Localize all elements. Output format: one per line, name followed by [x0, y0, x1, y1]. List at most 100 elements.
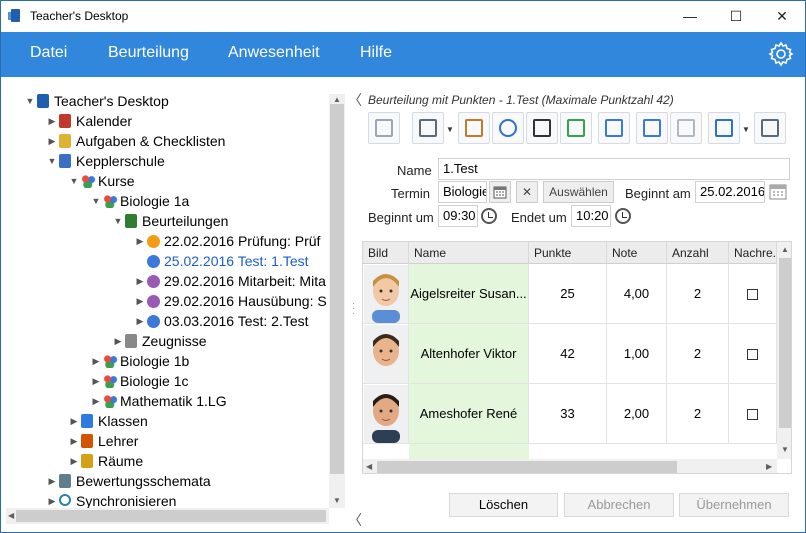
tree-node[interactable]: ▶ Klassen	[6, 411, 346, 431]
dropdown-arrow-icon[interactable]: ▼	[446, 125, 454, 134]
expand-caret-right-icon[interactable]: ▶	[68, 431, 80, 451]
beginnt-am-field[interactable]: 25.02.2016	[695, 181, 765, 203]
document-button[interactable]	[670, 112, 702, 144]
tree-vertical-scroll-thumb[interactable]	[330, 104, 344, 474]
termin-field[interactable]: Biologie	[438, 181, 487, 203]
menu-datei[interactable]: Datei	[30, 44, 67, 62]
abbrechen-button[interactable]: Abbrechen	[564, 493, 674, 517]
tree-node[interactable]: ▶ 29.02.2016 Mitarbeit: Mita	[6, 271, 346, 291]
student-name-cell[interactable]: Ameshofer René	[409, 384, 529, 444]
collapse-panel-icon[interactable]: 〈	[348, 90, 362, 110]
tree-node[interactable]: ▼ Kurse	[6, 171, 346, 191]
expand-caret-down-icon[interactable]: ▼	[90, 191, 102, 211]
column-header-nachreichung[interactable]: Nachre...	[729, 242, 777, 264]
column-header-name[interactable]: Name	[409, 242, 529, 264]
expand-caret-down-icon[interactable]: ▼	[24, 91, 36, 111]
beginnt-um-field[interactable]: 09:30	[438, 205, 478, 227]
grid-vertical-scroll-thumb[interactable]	[779, 258, 791, 428]
date-picker-icon[interactable]	[769, 184, 787, 200]
person-button[interactable]	[708, 112, 740, 144]
minimize-button[interactable]: —	[667, 1, 713, 32]
tree-node[interactable]: ▶ Zeugnisse	[6, 331, 346, 351]
column-header-bild[interactable]: Bild	[363, 242, 409, 264]
grade-chart-button[interactable]	[560, 112, 592, 144]
tree-node[interactable]: ▼ Beurteilungen	[6, 211, 346, 231]
expand-caret-right-icon[interactable]: ▶	[46, 471, 58, 491]
grid-horizontal-scroll-thumb[interactable]	[377, 461, 677, 473]
tree-node[interactable]: ▼ Teacher's Desktop	[6, 91, 346, 111]
tree-node[interactable]: ▶ 03.03.2016 Test: 2.Test	[6, 311, 346, 331]
clear-termin-button[interactable]: ✕	[516, 181, 538, 203]
tree-node[interactable]: ▶ Lehrer	[6, 431, 346, 451]
punkte-cell[interactable]: 25	[529, 264, 607, 324]
expand-caret-down-icon[interactable]: ▼	[112, 211, 124, 231]
menu-beurteilung[interactable]: Beurteilung	[108, 44, 189, 62]
expand-caret-right-icon[interactable]: ▶	[134, 271, 146, 291]
tree-node[interactable]: ▶ Biologie 1c	[6, 371, 346, 391]
bar-chart-button[interactable]	[598, 112, 630, 144]
splitter-grip[interactable]: · · ·	[352, 299, 355, 319]
tree-horizontal-scrollbar[interactable]: ◀	[6, 508, 329, 524]
calculator-button[interactable]	[754, 112, 786, 144]
tree-vertical-scrollbar[interactable]: ▲ ▼	[329, 94, 345, 508]
collapse-panel-bottom-icon[interactable]: 〈	[348, 510, 362, 530]
column-header-punkte[interactable]: Punkte	[529, 242, 607, 264]
expand-caret-right-icon[interactable]: ▶	[68, 451, 80, 471]
printer-button[interactable]	[412, 112, 444, 144]
tree-node[interactable]: ▶ Kalender	[6, 111, 346, 131]
tree-node[interactable]: ▶ 22.02.2016 Prüfung: Prüf	[6, 231, 346, 251]
expand-caret-right-icon[interactable]: ▶	[68, 411, 80, 431]
name-field[interactable]: 1.Test	[438, 158, 790, 180]
menu-hilfe[interactable]: Hilfe	[360, 44, 392, 62]
tree-node[interactable]: ▼ Biologie 1a	[6, 191, 346, 211]
nachreichung-checkbox[interactable]	[747, 349, 758, 361]
student-name-cell[interactable]: Aigelsreiter Susan...	[409, 264, 529, 324]
clock-button[interactable]	[492, 112, 524, 144]
endet-um-field[interactable]: 10:20	[571, 205, 611, 227]
expand-caret-right-icon[interactable]: ▶	[46, 131, 58, 151]
list-button[interactable]	[368, 112, 400, 144]
expand-caret-right-icon[interactable]: ▶	[134, 311, 146, 331]
expand-caret-right-icon[interactable]: ▶	[90, 351, 102, 371]
tree-node[interactable]: ▶ Biologie 1b	[6, 351, 346, 371]
expand-caret-right-icon[interactable]: ▶	[90, 371, 102, 391]
tree-node[interactable]: ▶ Räume	[6, 451, 346, 471]
calendar-picker-button[interactable]	[489, 181, 511, 203]
student-name-cell[interactable]: Altenhofer Viktor	[409, 324, 529, 384]
gear-icon[interactable]	[767, 40, 795, 68]
expand-caret-right-icon[interactable]	[134, 251, 146, 271]
keyboard-button[interactable]	[458, 112, 490, 144]
expand-caret-right-icon[interactable]: ▶	[112, 331, 124, 351]
tree-node[interactable]: ▶ Bewertungsschemata	[6, 471, 346, 491]
expand-caret-down-icon[interactable]: ▼	[68, 171, 80, 191]
menu-anwesenheit[interactable]: Anwesenheit	[228, 44, 320, 62]
punkte-cell[interactable]: 42	[529, 324, 607, 384]
maximize-button[interactable]: ☐	[713, 1, 759, 32]
expand-caret-right-icon[interactable]: ▶	[46, 111, 58, 131]
tree-horizontal-scroll-thumb[interactable]	[16, 510, 326, 522]
column-header-note[interactable]: Note	[607, 242, 667, 264]
column-header-anzahl[interactable]: Anzahl	[667, 242, 729, 264]
punkte-cell[interactable]: 33	[529, 384, 607, 444]
uebernehmen-button[interactable]: Übernehmen	[679, 493, 789, 517]
loeschen-button[interactable]: Löschen	[449, 493, 558, 517]
dropdown-arrow-icon[interactable]: ▼	[742, 125, 750, 134]
grid-horizontal-scrollbar[interactable]: ◀ ▶	[363, 459, 777, 473]
table-button[interactable]	[636, 112, 668, 144]
expand-caret-right-icon[interactable]: ▶	[134, 231, 146, 251]
auswaehlen-button[interactable]: Auswählen	[543, 181, 614, 203]
grid-vertical-scrollbar[interactable]: ▲ ▼	[777, 242, 791, 459]
start-time-clock-icon[interactable]	[481, 208, 497, 224]
expand-caret-right-icon[interactable]: ▶	[134, 291, 146, 311]
expand-caret-right-icon[interactable]: ▶	[90, 391, 102, 411]
tree-node[interactable]: ▼ Kepplerschule	[6, 151, 346, 171]
end-time-clock-icon[interactable]	[615, 208, 631, 224]
nachreichung-checkbox[interactable]	[747, 289, 758, 301]
tree-node[interactable]: 25.02.2016 Test: 1.Test	[6, 251, 346, 271]
tree-node[interactable]: ▶ 29.02.2016 Hausübung: S	[6, 291, 346, 311]
nachreichung-checkbox[interactable]	[747, 409, 758, 421]
close-button[interactable]: ✕	[759, 1, 805, 32]
dice-button[interactable]	[526, 112, 558, 144]
tree-node[interactable]: ▶ Aufgaben & Checklisten	[6, 131, 346, 151]
tree-node[interactable]: ▶ Mathematik 1.LG	[6, 391, 346, 411]
